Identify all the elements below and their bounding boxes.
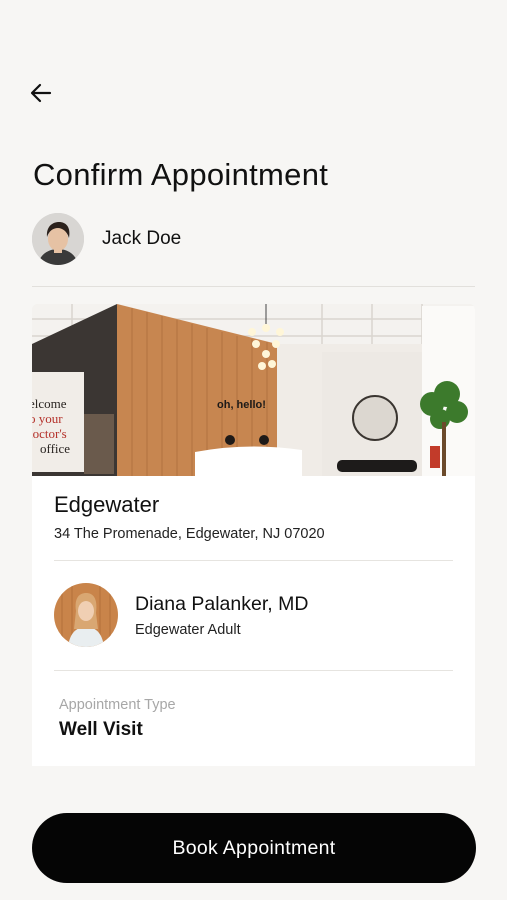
appointment-type-label: Appointment Type	[59, 697, 176, 713]
location-address: 34 The Promenade, Edgewater, NJ 07020	[54, 526, 325, 542]
confirm-appointment-screen: Confirm Appointment Jack Doe oh, hello! …	[0, 0, 507, 900]
patient-avatar	[32, 213, 84, 265]
svg-text:o your: o your	[32, 411, 63, 426]
back-button[interactable]	[26, 78, 56, 108]
doctor-avatar	[54, 583, 118, 647]
svg-text:office: office	[40, 441, 70, 456]
svg-text:elcome: elcome	[32, 396, 67, 411]
arrow-left-icon	[30, 83, 52, 103]
svg-text:loctor's: loctor's	[32, 426, 67, 441]
doctor-row: Diana Palanker, MD Edgewater Adult	[54, 583, 308, 647]
appointment-type-value: Well Visit	[59, 719, 143, 740]
doctor-practice: Edgewater Adult	[135, 621, 241, 638]
divider	[32, 286, 475, 287]
patient-name: Jack Doe	[102, 228, 182, 249]
location-photo: oh, hello! elcome o your loctor's office	[32, 304, 475, 476]
svg-text:oh, hello!: oh, hello!	[217, 399, 266, 411]
page-title: Confirm Appointment	[33, 157, 329, 192]
doctor-name: Diana Palanker, MD	[135, 592, 309, 615]
divider	[54, 560, 453, 561]
book-appointment-button[interactable]: Book Appointment	[32, 813, 476, 883]
appointment-card: oh, hello! elcome o your loctor's office…	[32, 304, 475, 766]
patient-row: Jack Doe	[32, 213, 181, 265]
divider	[54, 670, 453, 671]
location-name: Edgewater	[54, 492, 160, 517]
